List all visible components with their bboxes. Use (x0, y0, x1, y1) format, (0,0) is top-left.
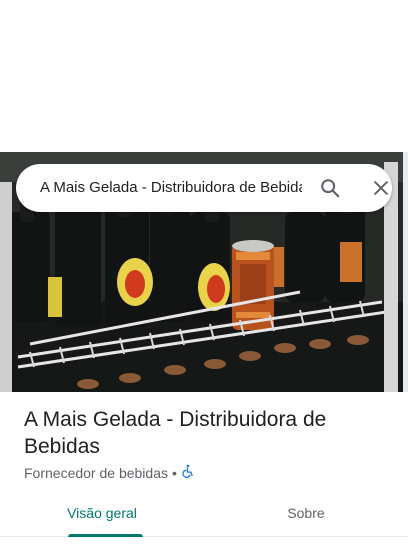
search-icon[interactable] (314, 172, 346, 204)
place-subtitle: Fornecedor de bebidas • (24, 464, 195, 482)
tab-overview[interactable]: Visão geral (0, 492, 204, 536)
separator-dot: • (172, 465, 177, 481)
active-tab-indicator (68, 534, 143, 537)
close-icon[interactable] (365, 172, 397, 204)
place-category: Fornecedor de bebidas (24, 465, 168, 481)
search-bar[interactable]: A Mais Gelada - Distribuidora de Bebidas (16, 164, 392, 212)
wheelchair-icon (181, 464, 195, 482)
place-title: A Mais Gelada - Distribuidora de Bebidas (24, 408, 327, 458)
scroll-edge (403, 152, 408, 392)
tab-about[interactable]: Sobre (204, 492, 408, 536)
search-input[interactable]: A Mais Gelada - Distribuidora de Bebidas (40, 164, 302, 212)
tab-bar: Visão geral Sobre (0, 492, 408, 537)
blank-area (0, 0, 408, 152)
